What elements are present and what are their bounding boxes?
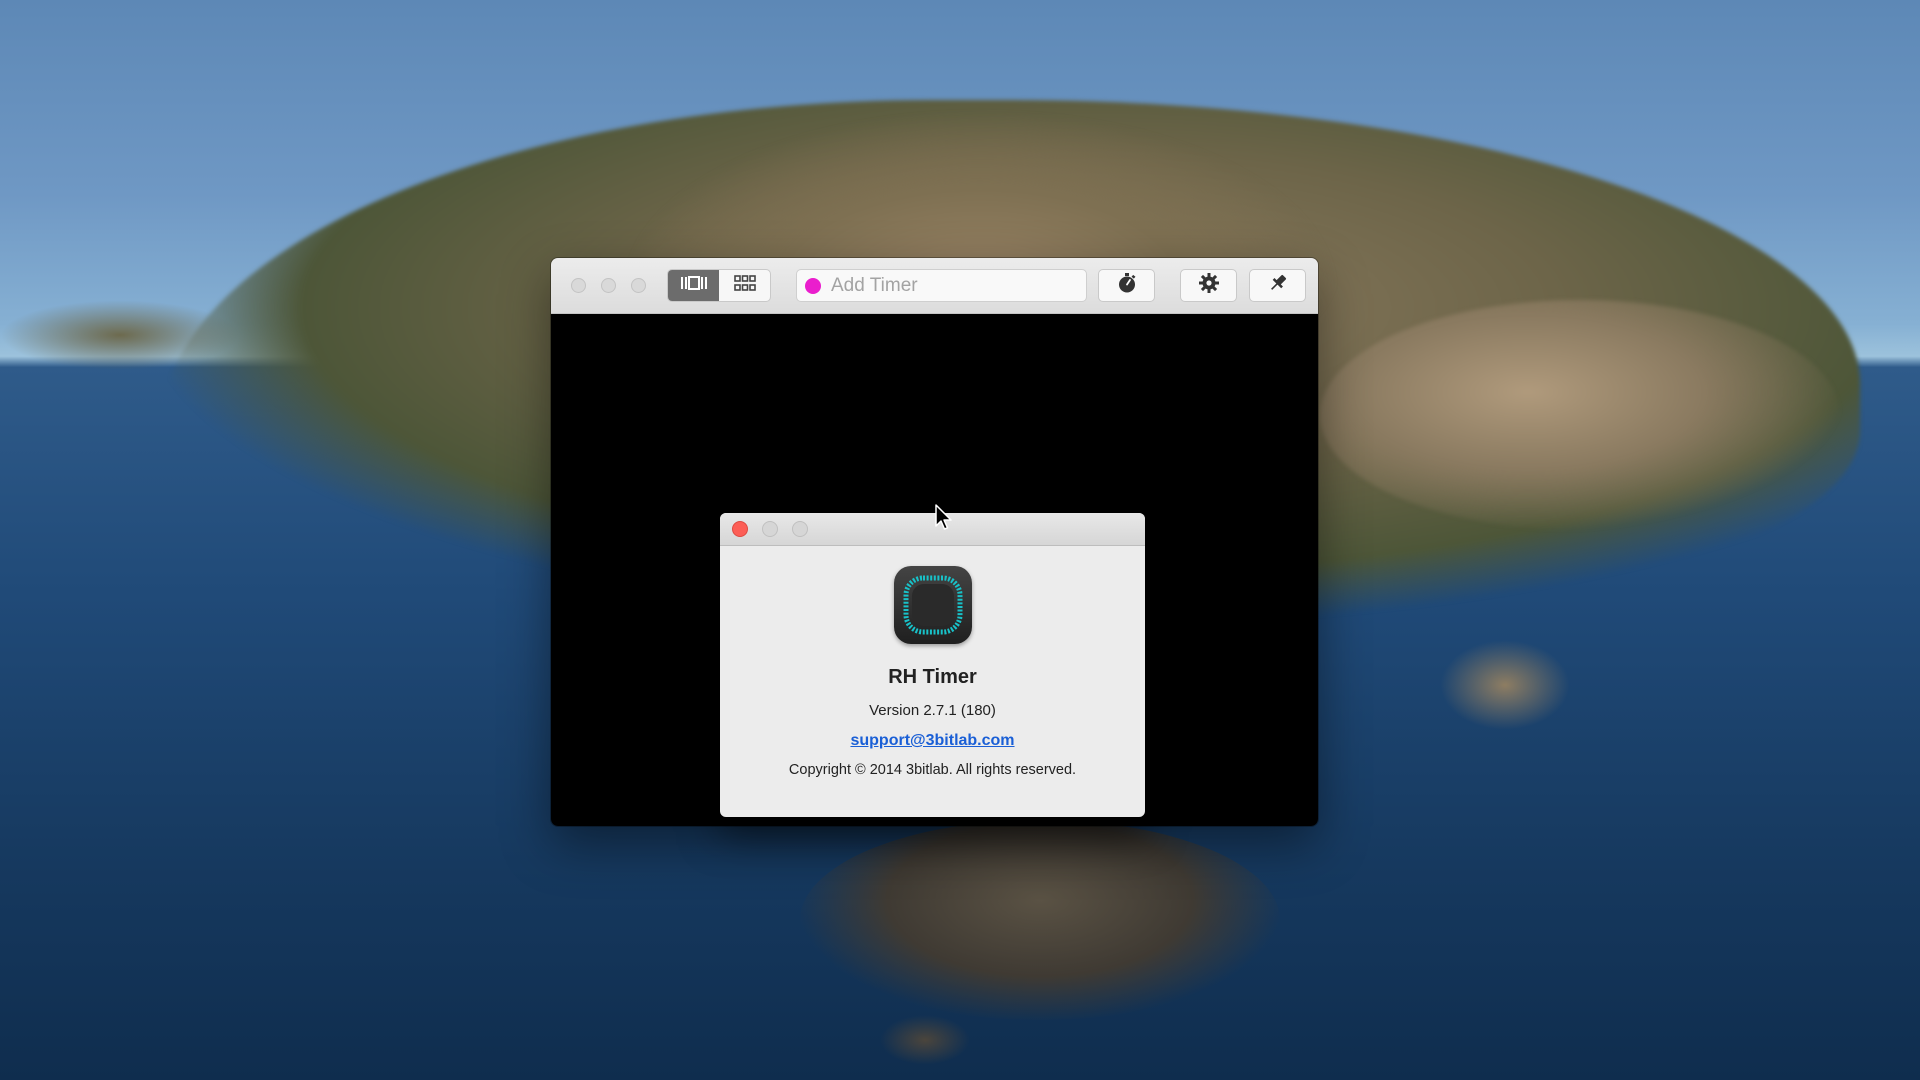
about-window: RH Timer Version 2.7.1 (180) support@3bi… bbox=[720, 513, 1145, 817]
about-minimize-button[interactable] bbox=[762, 521, 778, 537]
grid-view-button[interactable] bbox=[719, 270, 770, 301]
wallpaper-bottom-rock bbox=[800, 820, 1280, 1020]
pin-icon bbox=[1267, 272, 1289, 299]
about-titlebar bbox=[720, 513, 1145, 546]
list-view-button[interactable] bbox=[668, 270, 719, 301]
wallpaper-right-cliffs bbox=[1320, 300, 1840, 530]
list-view-icon bbox=[680, 275, 708, 296]
grid-view-icon bbox=[733, 275, 756, 296]
timer-color-dot[interactable] bbox=[805, 277, 821, 294]
add-timer-field bbox=[796, 269, 1087, 302]
close-button-inactive[interactable] bbox=[571, 278, 586, 293]
about-body: RH Timer Version 2.7.1 (180) support@3bi… bbox=[720, 566, 1145, 778]
timer-ring-icon bbox=[903, 575, 962, 635]
stopwatch-icon bbox=[1116, 272, 1138, 299]
gear-icon bbox=[1198, 272, 1220, 299]
zoom-button-inactive[interactable] bbox=[631, 278, 646, 293]
settings-button[interactable] bbox=[1180, 269, 1237, 302]
minimize-button-inactive[interactable] bbox=[601, 278, 616, 293]
add-timer-input[interactable] bbox=[829, 273, 1073, 298]
wallpaper-left-headland bbox=[0, 300, 240, 370]
copyright-text: Copyright © 2014 3bitlab. All rights res… bbox=[788, 762, 1077, 778]
app-name: RH Timer bbox=[888, 666, 977, 688]
about-zoom-button[interactable] bbox=[792, 521, 808, 537]
pin-button[interactable] bbox=[1249, 269, 1306, 302]
mouse-cursor-icon bbox=[935, 504, 953, 537]
wallpaper-tiny-rock bbox=[880, 1015, 970, 1065]
support-email-link[interactable]: support@3bitlab.com bbox=[850, 732, 1014, 750]
stopwatch-button[interactable] bbox=[1098, 269, 1155, 302]
timer-toolbar bbox=[551, 258, 1318, 314]
app-version: Version 2.7.1 (180) bbox=[869, 702, 996, 719]
wallpaper-small-rock bbox=[1440, 640, 1570, 730]
view-mode-segmented-control bbox=[667, 269, 771, 302]
about-close-button[interactable] bbox=[732, 521, 748, 537]
rh-timer-app-icon bbox=[893, 566, 972, 644]
